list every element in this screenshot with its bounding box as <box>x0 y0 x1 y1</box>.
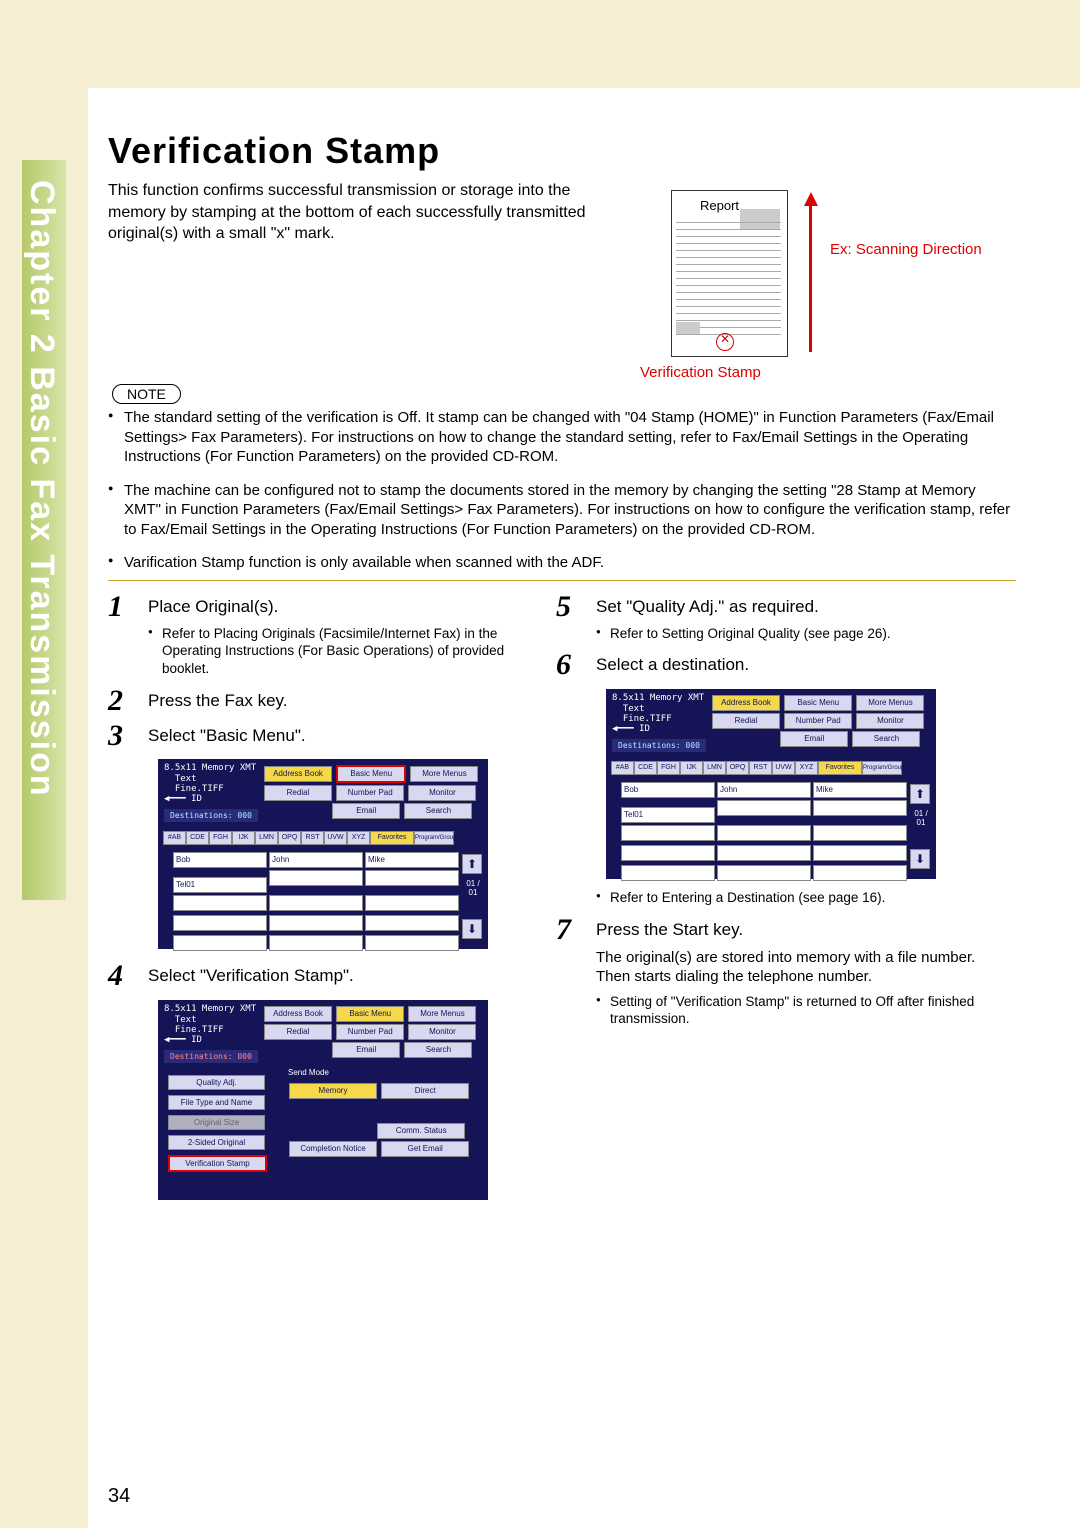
verification-stamp-caption: Verification Stamp <box>640 364 761 381</box>
header-band <box>0 0 1080 88</box>
steps-right: 5 Set "Quality Adj." as required. Refer … <box>556 596 986 1040</box>
scan-direction-label: Ex: Scanning Direction <box>830 240 982 260</box>
step-number: 1 <box>108 590 123 624</box>
screenshot-verification-stamp: 8.5x11 Memory XMT Text Fine.TIFF ◀━━━ ID… <box>158 1000 488 1200</box>
ss-redial[interactable]: Redial <box>264 785 332 801</box>
report-label: Report <box>700 198 739 213</box>
step-sub: Refer to Placing Originals (Facsimile/In… <box>148 625 538 678</box>
note-item: The machine can be configured not to sta… <box>108 481 1012 540</box>
scroll-down-icon[interactable]: ⬇ <box>462 919 482 939</box>
screenshot-basic-menu: 8.5x11 Memory XMT Text Fine.TIFF ◀━━━ ID… <box>158 759 488 949</box>
ss-search[interactable]: Search <box>404 803 472 819</box>
stamp-x-icon: ✕ <box>720 332 730 346</box>
scroll-down-icon[interactable]: ⬇ <box>910 849 930 869</box>
scroll-up-icon[interactable]: ⬆ <box>462 854 482 874</box>
notes-block: The standard setting of the verification… <box>108 408 1012 587</box>
arrow-up-icon <box>804 192 818 352</box>
page-number: 34 <box>108 1485 130 1508</box>
separator <box>108 580 1016 581</box>
step-text: Select a destination. <box>596 654 986 677</box>
screenshot-destination: 8.5x11 Memory XMT Text Fine.TIFF◀━━━ ID … <box>606 689 936 879</box>
ss-destinations: Destinations: 000 <box>164 809 258 822</box>
page-title: Verification Stamp <box>108 130 440 172</box>
step-text: Set "Quality Adj." as required. <box>596 596 986 619</box>
step-number: 6 <box>556 648 571 682</box>
step-number: 5 <box>556 590 571 624</box>
step-number: 3 <box>108 719 123 753</box>
ss-number-pad[interactable]: Number Pad <box>336 785 404 801</box>
note-item: Varification Stamp function is only avai… <box>108 553 1012 573</box>
step-sub: Refer to Setting Original Quality (see p… <box>596 625 986 643</box>
step-number: 7 <box>556 913 571 947</box>
step-text: Press the Fax key. <box>148 690 538 713</box>
chapter-label: Chapter 2 Basic Fax Transmission <box>22 180 61 798</box>
ss-basic-menu[interactable]: Basic Menu <box>336 765 406 783</box>
ss-more-menus[interactable]: More Menus <box>410 766 478 782</box>
scroll-up-icon[interactable]: ⬆ <box>910 784 930 804</box>
step-text: Select "Verification Stamp". <box>148 965 538 988</box>
steps-left: 1 Place Original(s). Refer to Placing Or… <box>108 596 538 1216</box>
step-sub: Setting of "Verification Stamp" is retur… <box>596 993 986 1028</box>
step-body: The original(s) are stored into memory w… <box>596 948 986 987</box>
ss-page-counter: 01 / 01 <box>464 879 482 897</box>
note-item: The standard setting of the verification… <box>108 408 1012 467</box>
report-shade-2 <box>676 322 700 334</box>
ss-address-book[interactable]: Address Book <box>264 766 332 782</box>
step-number: 4 <box>108 959 123 993</box>
intro-text: This function confirms successful transm… <box>108 180 628 245</box>
ss-email[interactable]: Email <box>332 803 400 819</box>
step-text: Select "Basic Menu". <box>148 725 538 748</box>
step-sub: Refer to Entering a Destination (see pag… <box>596 889 986 907</box>
step-text: Place Original(s). <box>148 596 538 619</box>
ss-verification-stamp-button[interactable]: Verification Stamp <box>168 1155 267 1172</box>
step-text: Press the Start key. <box>596 919 986 942</box>
ss-monitor[interactable]: Monitor <box>408 785 476 801</box>
note-badge: NOTE <box>112 384 181 404</box>
step-number: 2 <box>108 684 123 718</box>
